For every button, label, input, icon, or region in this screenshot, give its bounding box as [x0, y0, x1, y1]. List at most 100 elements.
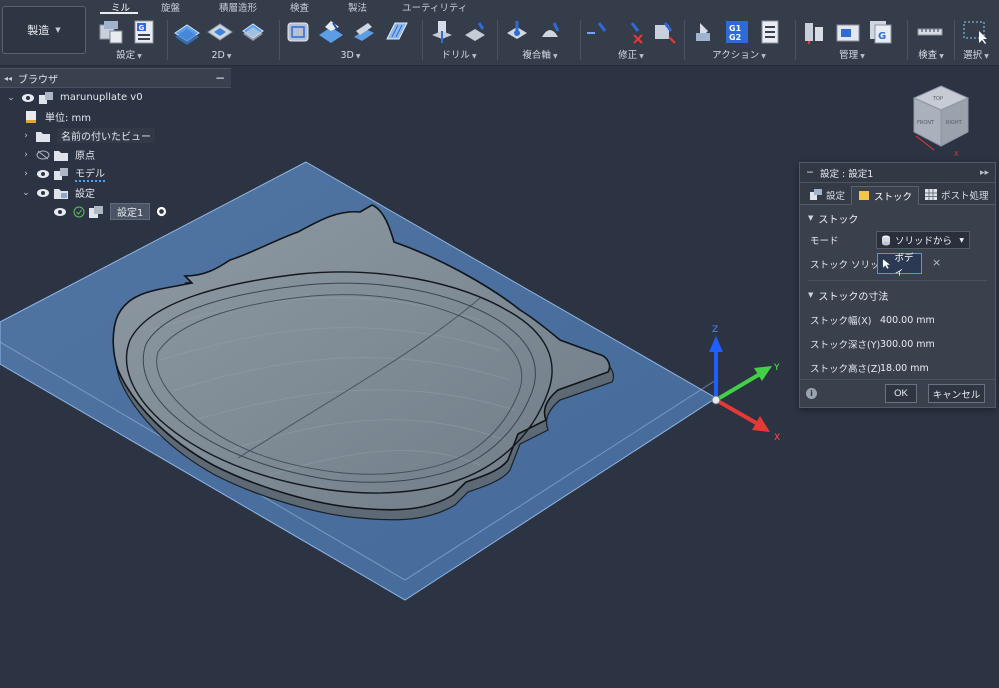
tree-item-document[interactable]: ⌄ marunupllate v0	[0, 88, 231, 107]
post-process-icon[interactable]: G1 G2	[723, 18, 751, 46]
tree-item-units[interactable]: 単位: mm	[0, 107, 231, 126]
post-library-icon[interactable]: G	[867, 18, 895, 46]
chevron-right-icon[interactable]: ›	[20, 150, 32, 160]
ribbon-group-drill: ドリル ▼	[428, 15, 490, 65]
ribbon-group-actions-label[interactable]: アクション ▼	[690, 47, 788, 61]
setups-folder-icon	[54, 188, 68, 199]
tree-label: モデル	[75, 165, 105, 182]
setup-sheet-doc-icon[interactable]	[756, 18, 784, 46]
eye-icon[interactable]	[21, 93, 35, 103]
trim-toolpath-icon[interactable]	[651, 18, 679, 46]
clear-selection-icon[interactable]: ×	[932, 256, 941, 269]
expand-icon[interactable]: ▸▸	[980, 168, 989, 178]
tab-fabrication[interactable]: 製法	[348, 0, 367, 14]
2d-face-icon[interactable]	[239, 18, 267, 46]
collapse-icon[interactable]: ◂◂	[4, 74, 12, 83]
swarf-icon[interactable]	[536, 18, 564, 46]
toolbar: 製造 ▼ ミル 旋盤 積層造形 検査 製法 ユーティリティ G 設定 ▼ 2D …	[0, 0, 999, 66]
app-window: 製造 ▼ ミル 旋盤 積層造形 検査 製法 ユーティリティ G 設定 ▼ 2D …	[0, 0, 999, 688]
tree-item-setups[interactable]: ⌄ 設定	[0, 183, 231, 202]
info-icon[interactable]: i	[806, 388, 817, 399]
multiaxis-contour-icon[interactable]	[503, 18, 531, 46]
chevron-right-icon[interactable]: ›	[20, 169, 32, 179]
3d-parallel-icon[interactable]	[383, 18, 411, 46]
eye-icon[interactable]	[36, 188, 50, 198]
stock-width-value: 400.00 mm	[880, 314, 935, 326]
tree-label: marunupllate v0	[60, 92, 143, 103]
ribbon-group-multiaxis-label[interactable]: 複合軸 ▼	[503, 47, 577, 61]
g1-badge: G1	[729, 24, 742, 33]
tab-turning[interactable]: 旋盤	[161, 0, 180, 14]
collapse-dialog-icon[interactable]: −	[806, 167, 814, 178]
dialog-title-bar[interactable]: − 設定 : 設定1 ▸▸	[800, 163, 995, 183]
ribbon-group-setup-label[interactable]: 設定 ▼	[97, 47, 161, 61]
tree-item-origin[interactable]: › 原点	[0, 145, 231, 164]
hole-recognition-icon[interactable]	[461, 18, 489, 46]
ribbon-group-multiaxis: 複合軸 ▼	[503, 15, 577, 65]
eye-icon[interactable]	[53, 207, 67, 217]
tab-post-process[interactable]: ポスト処理	[919, 185, 995, 204]
ribbon-group-select-label[interactable]: 選択 ▼	[958, 47, 994, 61]
measure-icon[interactable]	[916, 18, 944, 46]
new-setup-icon[interactable]	[97, 18, 125, 46]
axis-y-label: Y	[773, 363, 780, 373]
chevron-right-icon[interactable]: ›	[20, 131, 32, 141]
setup-sheet-icon[interactable]: G	[130, 18, 158, 46]
setup-dialog: − 設定 : 設定1 ▸▸ 設定 ストック ポスト処理 ▼ ストック モード ソ…	[799, 162, 996, 408]
chevron-down-icon[interactable]: ⌄	[5, 93, 17, 103]
tree-item-setup1[interactable]: 設定1	[0, 202, 231, 221]
ribbon-group-3d-label[interactable]: 3D ▼	[284, 50, 417, 61]
g2-badge: G2	[729, 33, 741, 42]
setup-tab-icon	[810, 189, 822, 200]
tree-item-model[interactable]: › モデル	[0, 164, 231, 183]
ribbon-group-inspect-label[interactable]: 検査 ▼	[912, 47, 950, 61]
stock-section-header[interactable]: ▼ ストック	[800, 208, 995, 228]
eye-hidden-icon[interactable]	[36, 150, 50, 160]
2d-adaptive-icon[interactable]	[173, 18, 201, 46]
viewcube-x-label: X	[954, 150, 959, 158]
document-icon	[39, 91, 53, 104]
chevron-down-icon[interactable]: ⌄	[20, 188, 32, 198]
3d-adaptive-icon[interactable]	[284, 18, 312, 46]
tab-utilities[interactable]: ユーティリティ	[402, 0, 467, 14]
ok-button[interactable]: OK	[885, 384, 917, 403]
modify-toolpath-icon[interactable]	[585, 18, 613, 46]
minimize-icon[interactable]: −	[215, 71, 225, 85]
ribbon-group-2d-label[interactable]: 2D ▼	[173, 50, 270, 61]
stock-width-label: ストック幅(X)	[810, 316, 872, 327]
ribbon-group-modify-label[interactable]: 修正 ▼	[585, 47, 677, 61]
3d-pocket-icon[interactable]	[317, 18, 345, 46]
tab-stock[interactable]: ストック	[851, 186, 920, 205]
3d-contour-icon[interactable]	[350, 18, 378, 46]
ribbon-separator	[907, 20, 908, 60]
delete-toolpath-icon[interactable]	[618, 18, 646, 46]
stock-depth-label: ストック深さ(Y)	[810, 340, 881, 351]
2d-pocket-icon[interactable]	[206, 18, 234, 46]
tab-inspection[interactable]: 検査	[290, 0, 309, 14]
ribbon-group-inspect: 検査 ▼	[912, 15, 950, 65]
ribbon-group-manage: G 管理 ▼	[801, 15, 903, 65]
workspace-switcher[interactable]: 製造 ▼	[2, 6, 86, 54]
view-cube[interactable]: TOP FRONT RIGHT X	[906, 80, 976, 160]
cancel-button[interactable]: キャンセル	[928, 384, 985, 403]
ribbon-separator	[167, 20, 168, 60]
drill-icon[interactable]	[428, 18, 456, 46]
dimensions-section-header[interactable]: ▼ ストックの寸法	[800, 285, 995, 305]
active-setup-icon[interactable]	[156, 206, 167, 217]
ribbon-group-actions: G1 G2 アクション ▼	[690, 15, 788, 65]
tool-library-icon[interactable]	[801, 18, 829, 46]
eye-icon[interactable]	[36, 169, 50, 179]
ribbon-separator	[422, 20, 423, 60]
body-select-button[interactable]: ボディ	[877, 253, 922, 278]
ribbon-separator	[279, 20, 280, 60]
tab-additive[interactable]: 積層造形	[219, 0, 257, 14]
mode-select[interactable]: ソリッドから ▼	[876, 231, 970, 249]
template-library-icon[interactable]	[834, 18, 862, 46]
ribbon-group-drill-label[interactable]: ドリル ▼	[428, 47, 490, 61]
simulate-icon[interactable]	[690, 18, 718, 46]
select-icon[interactable]	[961, 18, 989, 46]
ribbon-group-manage-label[interactable]: 管理 ▼	[801, 47, 903, 61]
tab-setup[interactable]: 設定	[804, 185, 851, 204]
tree-item-named-views[interactable]: › 名前の付いたビュー	[0, 126, 231, 145]
stock-solid-row: ストック ソリッド ボディ ×	[800, 252, 995, 278]
